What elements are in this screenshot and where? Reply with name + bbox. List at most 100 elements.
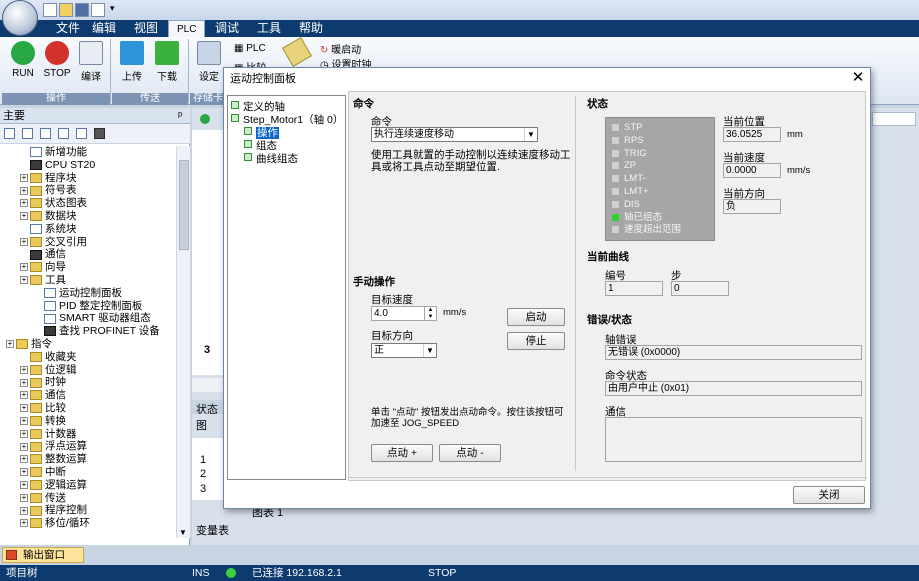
tree-tool-icon[interactable] [4,128,15,139]
editor-combo[interactable] [872,112,916,126]
expand-icon[interactable]: + [20,263,28,272]
tree-item[interactable]: + 比较 [20,402,66,415]
tree-item[interactable]: SMART 驱动器组态 [34,312,151,325]
stop-button[interactable]: 停止 [507,332,565,350]
expand-icon[interactable]: + [20,276,28,285]
warm-start-button[interactable]: ↻ 暖启动 [320,41,361,56]
scrollbar-thumb[interactable] [179,160,189,250]
start-button[interactable]: 启动 [507,308,565,326]
expand-icon[interactable]: + [20,391,28,400]
output-window-tab[interactable]: 输出窗口 [2,547,84,563]
tree-item-profile[interactable]: 曲线组态 [244,151,298,166]
tree-tool-icon[interactable] [76,128,87,139]
expand-icon[interactable]: + [20,493,28,502]
tree-tool-icon[interactable] [22,128,33,139]
tab-plc[interactable]: PLC [168,20,206,37]
download-button[interactable]: 下载 [150,41,184,83]
tree-item[interactable]: 查找 PROFINET 设备 [34,325,160,338]
expand-icon[interactable]: + [20,212,28,221]
expand-icon[interactable]: + [20,365,28,374]
tree-item[interactable]: 新增功能 [20,146,87,159]
customize-qat-icon[interactable]: ▾ [110,3,115,14]
expand-icon[interactable]: + [20,429,28,438]
command-select[interactable]: 执行连续速度移动 ▼ [371,127,538,142]
tree-item[interactable]: + 时钟 [20,376,66,389]
tree-item[interactable]: + 程序控制 [20,504,87,517]
close-button[interactable]: 关闭 [793,486,865,504]
tree-item[interactable]: + 数据块 [20,210,77,223]
tree-item[interactable]: + 逻辑运算 [20,479,87,492]
run-icon[interactable] [200,114,210,124]
tree-item[interactable]: PID 整定控制面板 [34,300,142,313]
expand-icon[interactable]: + [20,173,28,182]
app-menu-button[interactable] [2,0,38,36]
jog-plus-button[interactable]: 点动 + [371,444,433,462]
new-file-icon[interactable] [43,3,57,17]
tree-item[interactable]: + 整数运算 [20,453,87,466]
open-folder-icon[interactable] [59,3,73,17]
tree-tool-icon[interactable] [58,128,69,139]
target-speed-input[interactable]: 4.0 ▲ ▼ [371,306,437,321]
expand-icon[interactable]: + [20,417,28,426]
expand-icon[interactable]: + [20,378,28,387]
expand-icon[interactable]: + [20,481,28,490]
jog-minus-button[interactable]: 点动 - [439,444,501,462]
tree-item[interactable]: + 移位/循环 [20,517,90,530]
expand-icon[interactable]: + [20,519,28,528]
tree-item[interactable]: + 通信 [20,389,66,402]
pin-icon[interactable]: ᵖ [178,108,182,124]
tab-help[interactable]: 帮助 [291,20,331,37]
print-icon[interactable] [91,3,105,17]
speed-spinner[interactable]: ▲ ▼ [424,307,436,320]
tab-tools[interactable]: 工具 [249,20,289,37]
expand-icon[interactable]: + [6,340,14,349]
tree-item[interactable]: + 工具 [20,274,66,287]
tree-item[interactable]: + 位逻辑 [20,364,77,377]
expand-icon[interactable]: + [20,442,28,451]
save-icon[interactable] [75,3,89,17]
scroll-down-icon[interactable]: ▼ [179,528,187,537]
h-scrollbar[interactable] [192,378,224,392]
plc-info-button[interactable]: ▦ PLC [234,43,266,54]
tree-item[interactable]: 收藏夹 [20,351,77,364]
tree-tool-icon[interactable] [40,128,51,139]
expand-icon[interactable]: + [20,199,28,208]
settings-button[interactable]: 设定 [192,41,226,83]
project-tree-tab[interactable]: 项目树 [6,565,38,581]
tree-item[interactable]: + 传送 [20,492,66,505]
tree-item[interactable]: + 计数器 [20,428,77,441]
expand-icon[interactable]: + [20,468,28,477]
tree-item-label: 程序控制 [45,504,87,517]
tree-item[interactable]: + 中断 [20,466,66,479]
upload-button[interactable]: 上传 [115,41,149,83]
tree-item[interactable]: + 向导 [20,261,66,274]
expand-icon[interactable]: + [20,237,28,246]
tab-view[interactable]: 视图 [126,20,166,37]
tab-edit[interactable]: 编辑 [84,20,124,37]
stop-button[interactable]: STOP [40,41,74,79]
run-button[interactable]: RUN [6,41,40,79]
tree-item[interactable]: + 转换 [20,415,66,428]
target-direction-select[interactable]: 正 ▼ [371,343,437,358]
tree-item[interactable]: + 符号表 [20,184,77,197]
tab-debug[interactable]: 调试 [207,20,247,37]
tree-scrollbar[interactable]: ▼ [176,146,190,538]
tree-tool-icon[interactable] [94,128,105,139]
expand-icon[interactable]: + [20,404,28,413]
expand-icon[interactable]: + [20,506,28,515]
tree-item[interactable]: + 交叉引用 [20,236,87,249]
tree-item[interactable]: + 浮点运算 [20,440,87,453]
compile-button[interactable]: 编译 [74,41,108,83]
tree-item[interactable]: 系统块 [20,223,77,236]
tree-item[interactable]: CPU ST20 [20,159,95,172]
tab-file[interactable]: 文件 [48,20,88,37]
expand-icon[interactable]: + [20,186,28,195]
tree-item[interactable]: 运动控制面板 [34,287,122,300]
tree-item[interactable]: + 状态图表 [20,197,87,210]
expand-icon[interactable]: + [20,455,28,464]
tree-item[interactable]: + 指令 [6,338,52,351]
close-icon[interactable]: ✕ [850,70,866,87]
tree-item[interactable]: + 程序块 [20,172,77,185]
eraser-icon[interactable] [281,36,313,68]
tree-item[interactable]: 通信 [20,248,66,261]
